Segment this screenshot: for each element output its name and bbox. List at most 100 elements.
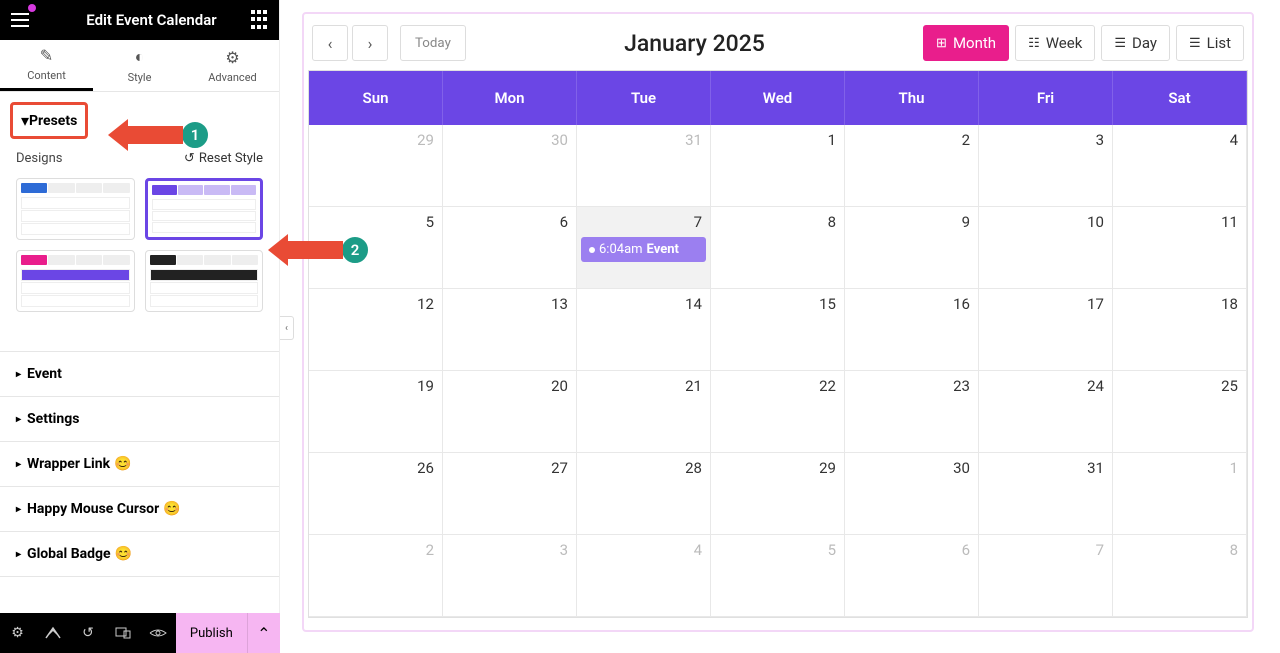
menu-icon[interactable]: [8, 8, 32, 32]
calendar-cell[interactable]: 9: [845, 207, 979, 289]
tab-style[interactable]: ◐ Style: [93, 40, 186, 91]
day-header: Tue: [577, 71, 711, 125]
calendar-cell[interactable]: 24: [979, 371, 1113, 453]
calendar-cell[interactable]: 31: [979, 453, 1113, 535]
calendar-cell[interactable]: 14: [577, 289, 711, 371]
section-label: Settings: [27, 411, 79, 427]
calendar-cell[interactable]: 30: [443, 125, 577, 207]
tab-advanced[interactable]: ⚙ Advanced: [186, 40, 279, 91]
date-number: 12: [417, 295, 434, 313]
calendar-cell[interactable]: 76:04am Event: [577, 207, 711, 289]
date-number: 9: [962, 213, 970, 231]
calendar-cell[interactable]: 23: [845, 371, 979, 453]
calendar-cell[interactable]: 5: [711, 535, 845, 617]
date-number: 2: [426, 541, 434, 559]
date-number: 29: [417, 131, 434, 149]
prev-button[interactable]: ‹: [312, 25, 348, 61]
design-preset-2[interactable]: [145, 178, 264, 240]
calendar-cell[interactable]: 18: [1113, 289, 1247, 371]
editor-tabs: ✎ Content ◐ Style ⚙ Advanced: [0, 40, 279, 92]
view-day-button[interactable]: ☰Day: [1101, 25, 1170, 61]
calendar-cell[interactable]: 6: [443, 207, 577, 289]
calendar-cell[interactable]: 10: [979, 207, 1113, 289]
calendar-cell[interactable]: 6: [845, 535, 979, 617]
bottom-bar: ⚙ ↺ Publish ⌃: [0, 613, 280, 653]
date-number: 31: [685, 131, 702, 149]
calendar-cell[interactable]: 16: [845, 289, 979, 371]
calendar-cell[interactable]: 27: [443, 453, 577, 535]
calendar-cell[interactable]: 25: [1113, 371, 1247, 453]
calendar-cell[interactable]: 26: [309, 453, 443, 535]
next-button[interactable]: ›: [352, 25, 388, 61]
date-number: 2: [962, 131, 970, 149]
history-icon[interactable]: ↺: [70, 613, 105, 653]
calendar-cell[interactable]: 3: [979, 125, 1113, 207]
date-number: 5: [426, 213, 434, 231]
publish-label: Publish: [190, 626, 233, 641]
section-global-badge[interactable]: ▸Global Badge😊: [0, 532, 279, 576]
date-number: 1: [828, 131, 836, 149]
section-event[interactable]: ▸Event: [0, 352, 279, 396]
responsive-icon[interactable]: [106, 613, 141, 653]
calendar-cell[interactable]: 8: [711, 207, 845, 289]
tab-content[interactable]: ✎ Content: [0, 40, 93, 91]
date-number: 4: [1230, 131, 1238, 149]
date-number: 19: [417, 377, 434, 395]
calendar-title: January 2025: [466, 30, 923, 57]
calendar-cell[interactable]: 13: [443, 289, 577, 371]
date-number: 24: [1087, 377, 1104, 395]
calendar-cell[interactable]: 30: [845, 453, 979, 535]
calendar-cell[interactable]: 1: [1113, 453, 1247, 535]
event-dot-icon: [589, 247, 595, 253]
section-settings[interactable]: ▸Settings: [0, 397, 279, 441]
apps-icon[interactable]: [251, 10, 271, 30]
view-month-button[interactable]: ⊞Month: [923, 25, 1009, 61]
section-presets[interactable]: ▾ Presets: [10, 102, 88, 139]
calendar-cell[interactable]: 22: [711, 371, 845, 453]
reset-style-button[interactable]: ↺ Reset Style: [184, 151, 263, 166]
date-number: 10: [1087, 213, 1104, 231]
view-list-button[interactable]: ☰List: [1176, 25, 1244, 61]
calendar-cell[interactable]: 15: [711, 289, 845, 371]
calendar-cell[interactable]: 4: [1113, 125, 1247, 207]
calendar-cell[interactable]: 7: [979, 535, 1113, 617]
date-number: 21: [685, 377, 702, 395]
preview-icon[interactable]: [141, 613, 176, 653]
publish-button[interactable]: Publish: [176, 613, 247, 653]
today-button[interactable]: Today: [400, 25, 466, 61]
collapse-panel-handle[interactable]: ‹: [280, 316, 294, 340]
navigator-icon[interactable]: [35, 613, 70, 653]
settings-icon[interactable]: ⚙: [0, 613, 35, 653]
event-pill[interactable]: 6:04am Event: [581, 237, 706, 262]
calendar-cell[interactable]: 8: [1113, 535, 1247, 617]
calendar-cell[interactable]: 12: [309, 289, 443, 371]
calendar-cell[interactable]: 19: [309, 371, 443, 453]
calendar-cell[interactable]: 4: [577, 535, 711, 617]
design-preset-4[interactable]: [145, 250, 264, 312]
publish-options[interactable]: ⌃: [247, 613, 280, 653]
date-number: 3: [560, 541, 568, 559]
calendar-cell[interactable]: 11: [1113, 207, 1247, 289]
calendar-cell[interactable]: 31: [577, 125, 711, 207]
date-number: 11: [1221, 213, 1238, 231]
calendar-cell[interactable]: 1: [711, 125, 845, 207]
calendar-cell[interactable]: 3: [443, 535, 577, 617]
calendar-cell[interactable]: 2: [309, 535, 443, 617]
caret-right-icon: ▸: [16, 459, 21, 470]
list-icon: ☷: [1028, 36, 1040, 51]
calendar-cell[interactable]: 2: [845, 125, 979, 207]
calendar-cell[interactable]: 20: [443, 371, 577, 453]
calendar-cell[interactable]: 29: [711, 453, 845, 535]
happy-icon: 😊: [163, 501, 180, 517]
calendar-cell[interactable]: 28: [577, 453, 711, 535]
event-title: Event: [647, 242, 679, 257]
section-mouse-cursor[interactable]: ▸Happy Mouse Cursor😊: [0, 487, 279, 531]
panel-title: Edit Event Calendar: [52, 11, 251, 29]
calendar-cell[interactable]: 29: [309, 125, 443, 207]
design-preset-1[interactable]: [16, 178, 135, 240]
section-wrapper-link[interactable]: ▸Wrapper Link😊: [0, 442, 279, 486]
design-preset-3[interactable]: [16, 250, 135, 312]
view-week-button[interactable]: ☷Week: [1015, 25, 1095, 61]
calendar-cell[interactable]: 21: [577, 371, 711, 453]
calendar-cell[interactable]: 17: [979, 289, 1113, 371]
